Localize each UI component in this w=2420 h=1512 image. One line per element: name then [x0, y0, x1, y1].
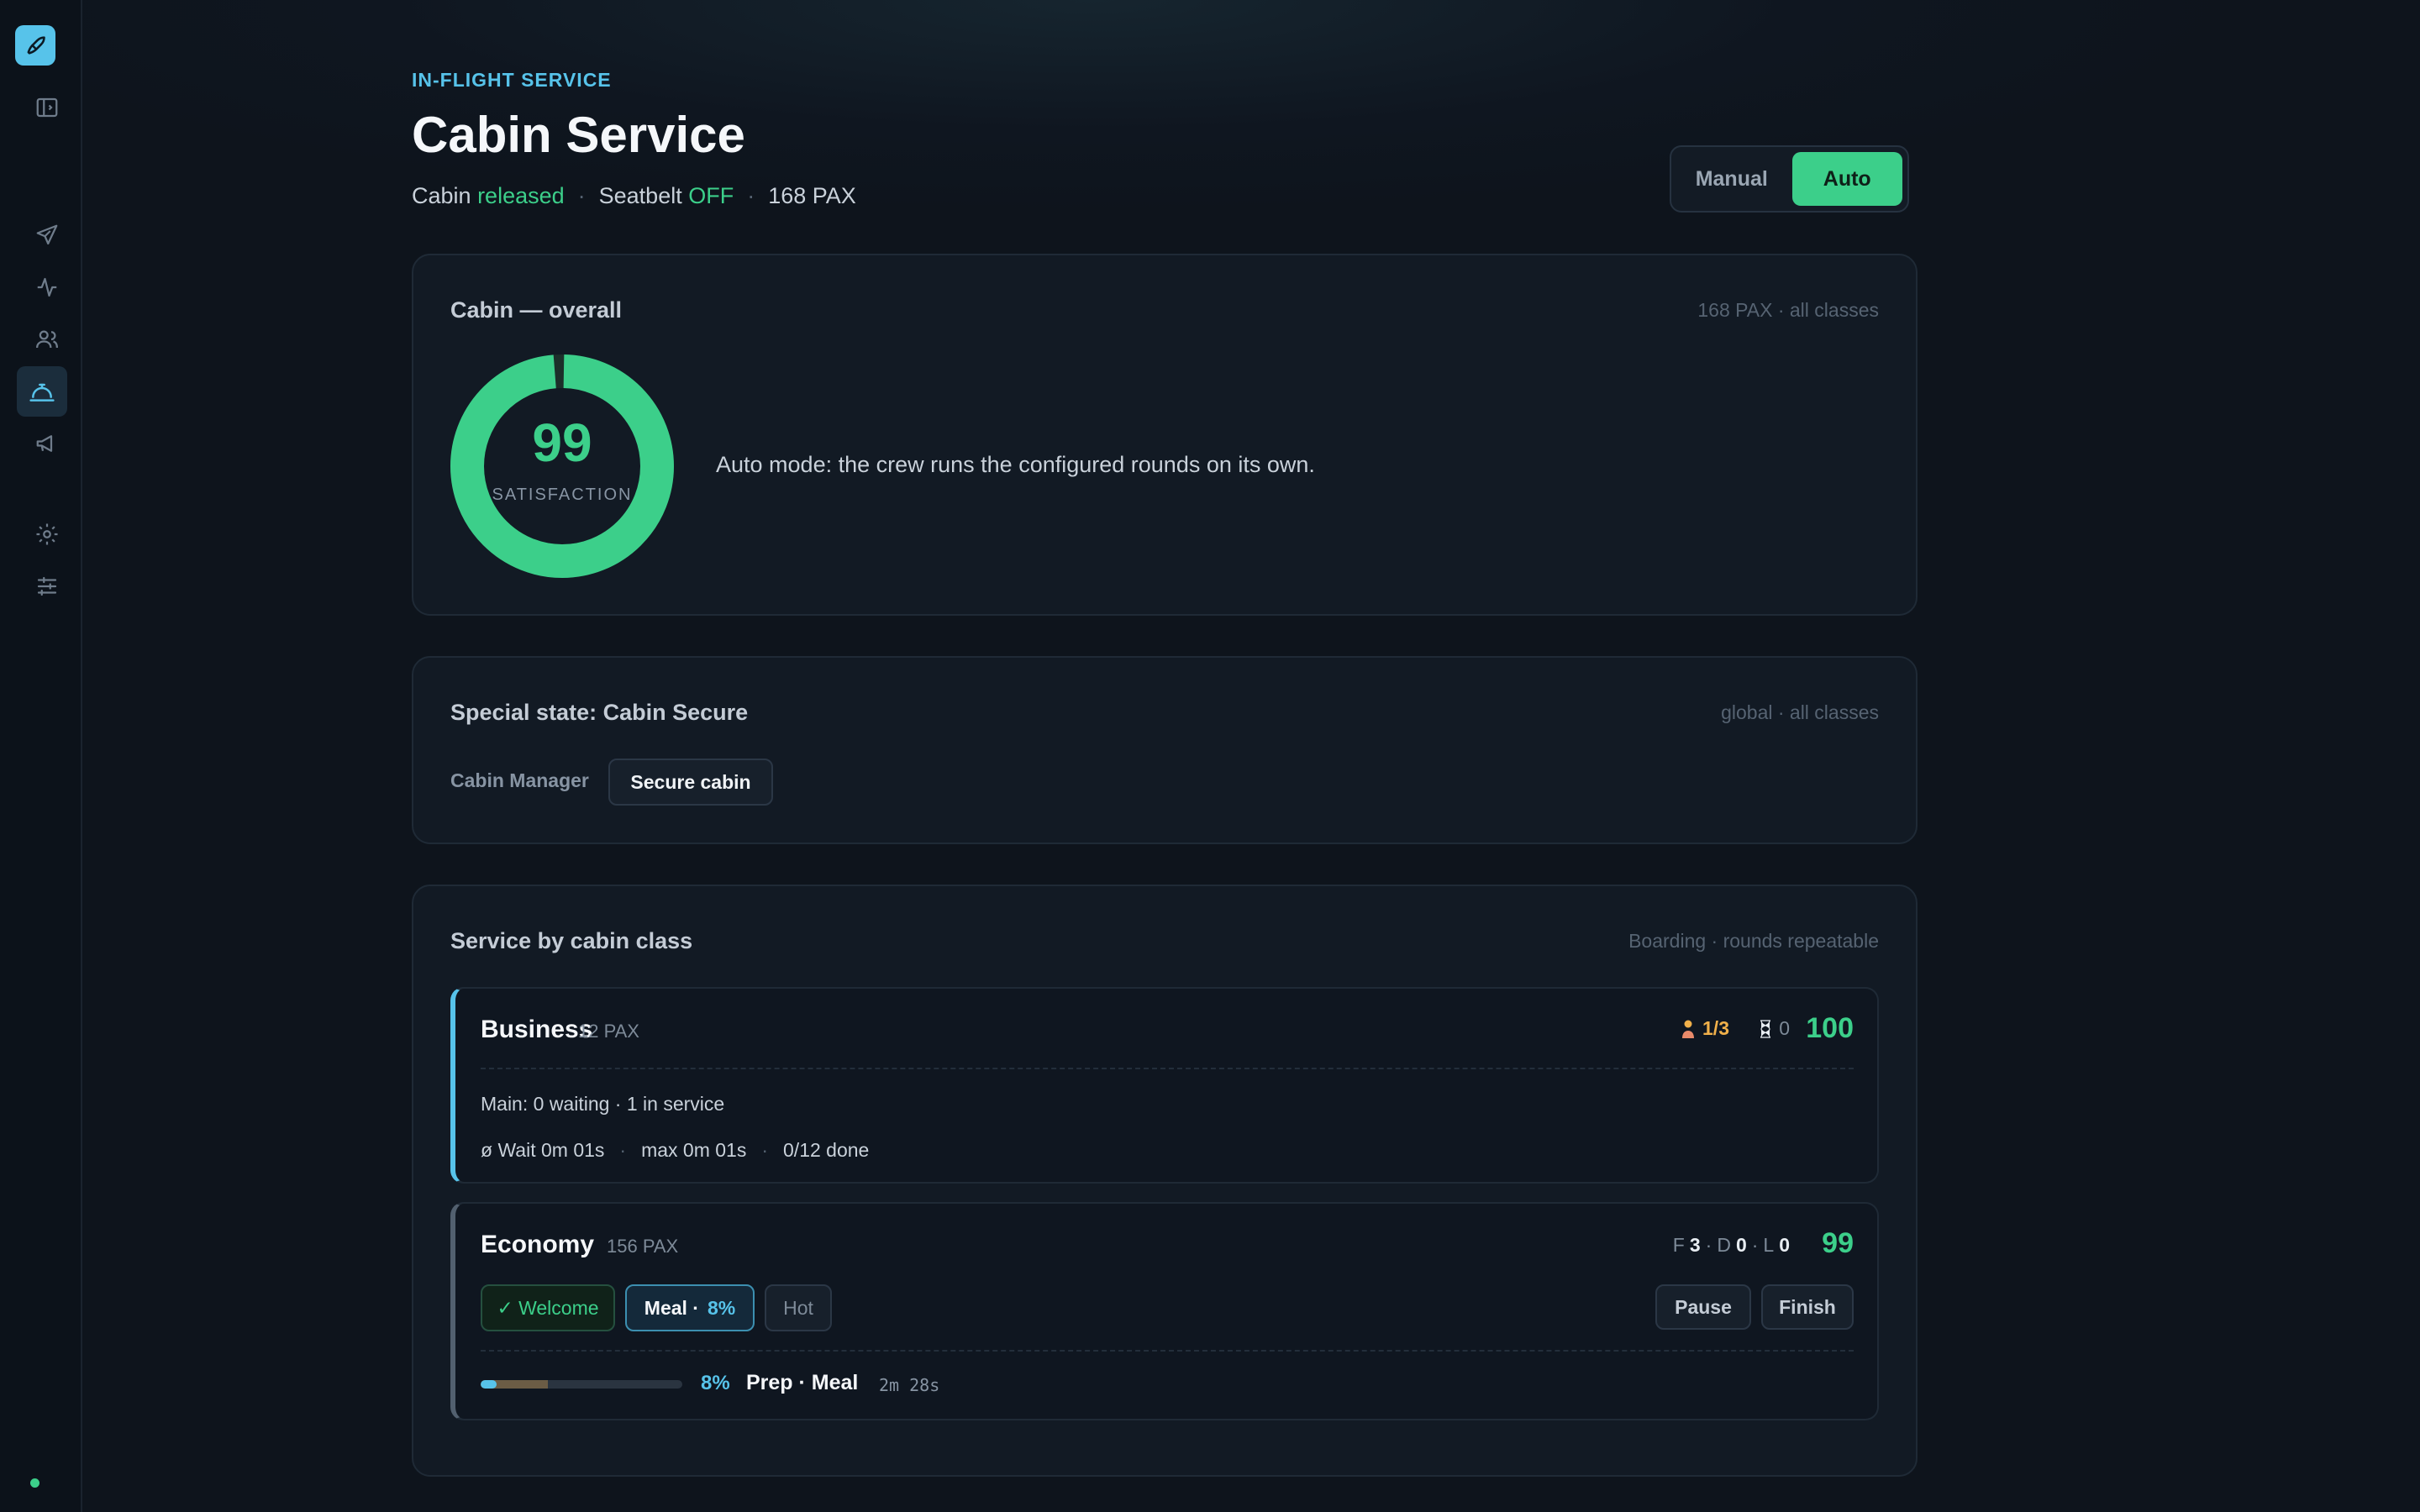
passengers-icon[interactable]: [30, 323, 64, 356]
separator-dot: ·: [1705, 1234, 1712, 1256]
separator-dot: ·: [761, 1139, 769, 1161]
class-pax: 156 PAX: [607, 1236, 679, 1257]
auto-mode-message: Auto mode: the crew runs the configured …: [716, 452, 1315, 477]
cabin-manager-label: Cabin Manager: [450, 769, 589, 791]
page-title: Cabin Service: [412, 107, 745, 163]
pause-button[interactable]: Pause: [1655, 1284, 1751, 1330]
special-state-card: Special state: Cabin Secure global · all…: [412, 656, 1918, 844]
overall-meta: 168 PAX · all classes: [1697, 299, 1879, 321]
announcement-icon[interactable]: [30, 427, 64, 460]
crew-count: 1/3: [1681, 1017, 1729, 1040]
activity-icon[interactable]: [30, 270, 64, 304]
special-state-title: Special state: Cabin Secure: [450, 700, 749, 725]
progress-percent: 8%: [701, 1372, 730, 1394]
cabin-status-line: Cabin released · Seatbelt OFF · 168 PAX: [412, 183, 856, 209]
crew-count-value: 1/3: [1702, 1017, 1729, 1039]
round-progress-bar: [481, 1380, 682, 1389]
divider: [481, 1068, 1854, 1069]
l-value: 0: [1779, 1234, 1790, 1256]
queue-count: 0: [1759, 1017, 1790, 1040]
service-meta: Boarding · rounds repeatable: [1628, 930, 1879, 952]
service-title: Service by cabin class: [450, 928, 693, 953]
d-value: 0: [1735, 1234, 1747, 1256]
main-queue-status: Main: 0 waiting · 1 in service: [481, 1093, 725, 1115]
secure-cabin-button[interactable]: Secure cabin: [608, 759, 773, 806]
connection-status-dot: [30, 1478, 39, 1488]
separator-dot: ·: [1751, 1234, 1759, 1256]
auto-mode-button[interactable]: Auto: [1791, 152, 1902, 206]
round-meal-percent: 8%: [707, 1296, 736, 1319]
progress-fill: [481, 1380, 497, 1389]
seatbelt-state: OFF: [688, 183, 734, 208]
cabin-label: Cabin: [412, 183, 471, 208]
class-score: 100: [1806, 1012, 1854, 1044]
round-welcome-chip[interactable]: ✓ Welcome: [481, 1284, 615, 1331]
overall-card: Cabin — overall 168 PAX · all classes 99…: [412, 254, 1918, 616]
divider: [481, 1350, 1854, 1352]
economy-class-card: Economy 156 PAX F 3 · D 0 · L0 99 ✓ Welcome …: [450, 1202, 1879, 1420]
finish-button[interactable]: Finish: [1761, 1284, 1854, 1330]
done-count: 0/12 done: [783, 1139, 870, 1161]
class-name: Economy: [481, 1231, 595, 1258]
round-meal-label: Meal ·: [644, 1296, 699, 1319]
pax-count: 168 PAX: [768, 183, 856, 208]
satisfaction-label: SATISFACTION: [492, 486, 633, 504]
queue-count-value: 0: [1779, 1017, 1790, 1039]
round-meal-chip[interactable]: Meal · 8%: [625, 1284, 755, 1331]
f-value: 3: [1689, 1234, 1701, 1256]
business-class-card: Business 12 PAX 1/3 0 100 Main: 0 waitin…: [450, 987, 1879, 1184]
satisfaction-value: 99: [532, 412, 592, 473]
flight-icon[interactable]: [30, 218, 64, 252]
cabin-service-icon[interactable]: [17, 366, 67, 417]
manual-mode-button[interactable]: Manual: [1676, 152, 1787, 206]
settings-icon[interactable]: [30, 517, 64, 551]
sliders-icon[interactable]: [30, 570, 64, 603]
l-label: L: [1763, 1234, 1775, 1256]
d-label: D: [1717, 1234, 1731, 1256]
service-card: Service by cabin class Boarding · rounds…: [412, 885, 1918, 1477]
sidebar: [0, 0, 82, 1512]
f-label: F: [1672, 1234, 1685, 1256]
avg-wait: ø Wait 0m 01s: [481, 1139, 605, 1161]
round-hot-chip[interactable]: Hot: [765, 1284, 832, 1331]
crew-position-counts: F 3 · D 0 · L0: [1673, 1234, 1790, 1257]
class-pax: 12 PAX: [578, 1021, 639, 1042]
separator-dot: ·: [577, 183, 586, 208]
separator-dot: ·: [747, 183, 755, 208]
special-state-meta: global · all classes: [1721, 701, 1879, 723]
class-score: 99: [1822, 1227, 1854, 1259]
progress-time: 2m 28s: [879, 1375, 940, 1395]
cabin-state: released: [477, 183, 565, 208]
max-wait: max 0m 01s: [641, 1139, 747, 1161]
app-logo[interactable]: [15, 25, 55, 66]
overall-title: Cabin — overall: [450, 297, 623, 323]
separator-dot: ·: [619, 1139, 627, 1161]
seatbelt-label: Seatbelt: [598, 183, 682, 208]
wait-stats: ø Wait 0m 01s · max 0m 01s · 0/12 done: [481, 1139, 869, 1162]
class-name: Business: [481, 1016, 593, 1043]
hourglass-icon: [1760, 1019, 1771, 1038]
crew-icon: [1682, 1020, 1695, 1038]
rocket-icon: [27, 36, 45, 55]
sidebar-toggle-icon[interactable]: [30, 91, 64, 124]
page-eyebrow: IN-FLIGHT SERVICE: [412, 69, 612, 91]
progress-phase: Prep · Meal: [746, 1371, 859, 1394]
mode-toggle: Manual Auto: [1670, 145, 1909, 213]
